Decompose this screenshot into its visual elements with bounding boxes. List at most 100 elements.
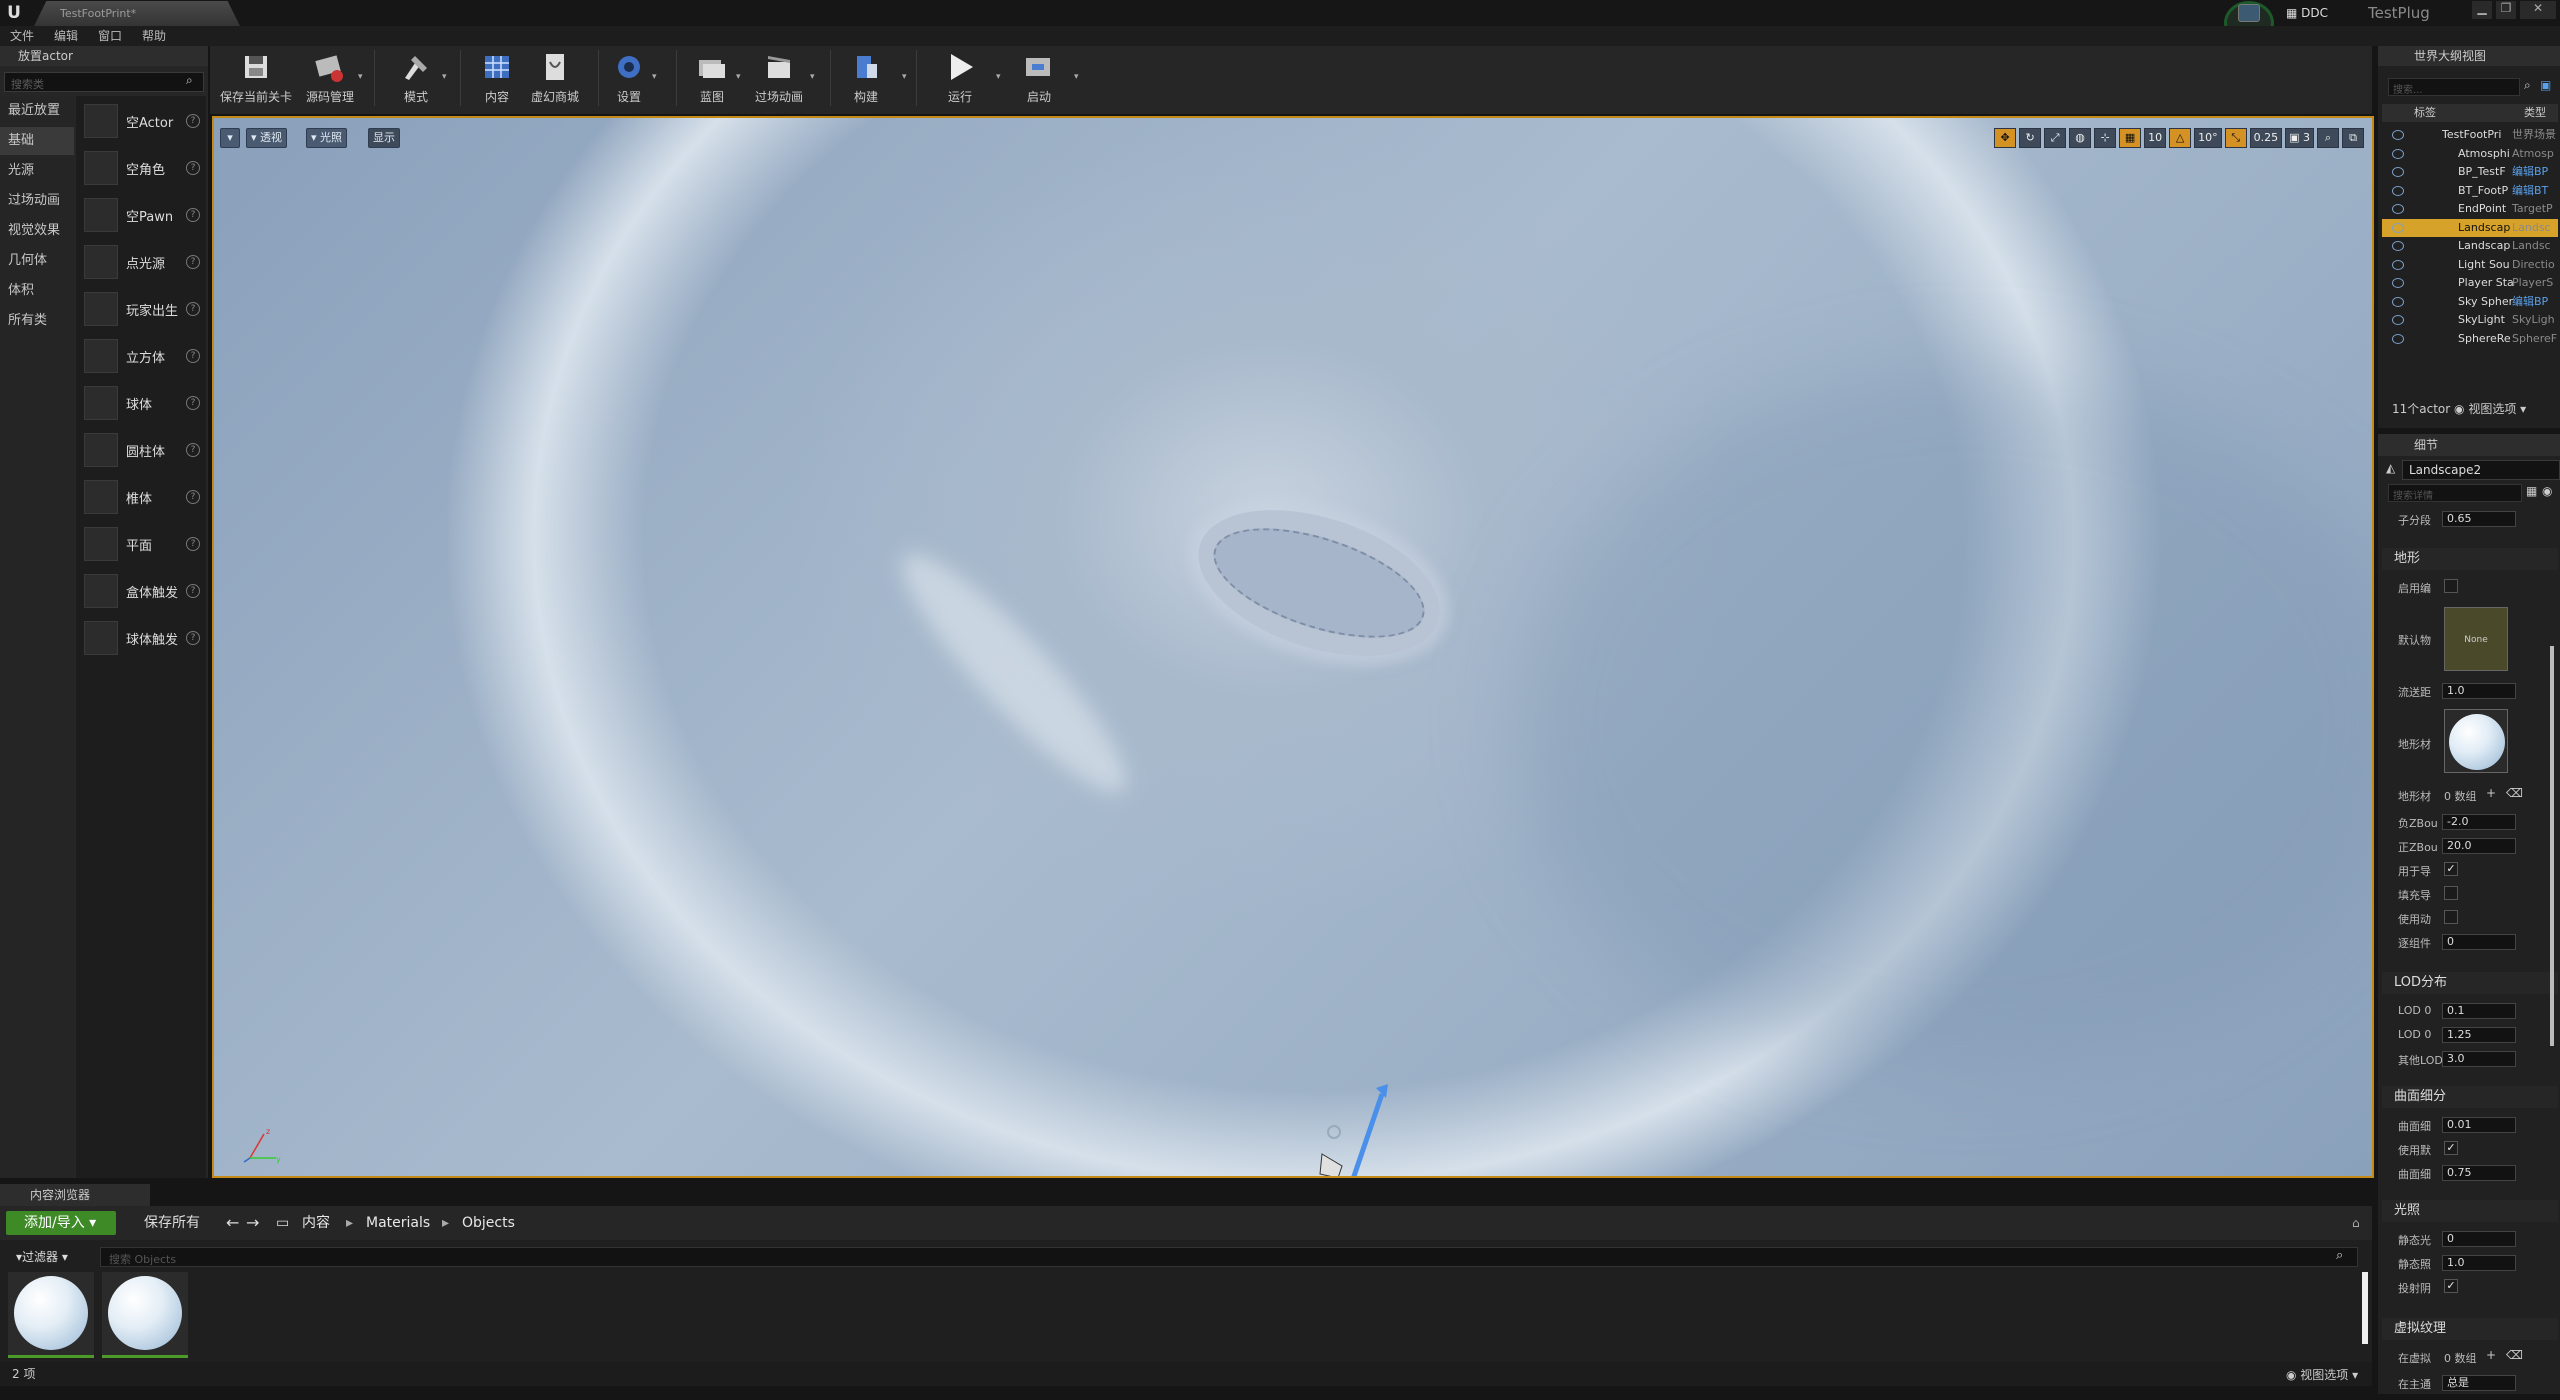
pos-z-field[interactable]: 20.0 (2442, 838, 2516, 854)
help-icon[interactable]: ? (186, 208, 200, 222)
static-lighting-field[interactable]: 1.0 (2442, 1255, 2516, 1271)
show-button[interactable]: 显示 (368, 128, 400, 148)
help-icon[interactable]: ? (186, 537, 200, 551)
perspective-button[interactable]: ▾ 透视 (246, 128, 288, 148)
grid-snap-value[interactable]: 10 (2144, 128, 2167, 148)
filters-button[interactable]: ▾过滤器 ▾ (6, 1246, 94, 1268)
chevron-down-icon[interactable]: ▾ (810, 72, 815, 82)
section-landscape[interactable]: 地形 (2382, 548, 2558, 570)
category-visual-effects[interactable]: 视觉效果 (0, 217, 74, 245)
add-import-button[interactable]: 添加/导入 ▾ (6, 1211, 116, 1235)
place-item-sphere[interactable]: 球体? (80, 382, 206, 426)
save-all-button[interactable]: 保存所有 (124, 1211, 200, 1235)
breadcrumb-materials[interactable]: Materials (366, 1211, 430, 1235)
outliner-row[interactable]: Landscap Landsc (2382, 218, 2558, 237)
help-icon[interactable]: ? (186, 114, 200, 128)
category-basic[interactable]: 基础 (0, 127, 74, 155)
ddc-button[interactable]: ▦ DDC (2282, 2, 2354, 24)
chevron-down-icon[interactable]: ▾ (902, 72, 907, 82)
outliner-row[interactable]: Light Sou Directio (2382, 256, 2558, 274)
forward-arrow-icon[interactable]: → (246, 1211, 259, 1235)
level-tab[interactable]: TestFootPrint* (34, 1, 240, 26)
chevron-down-icon[interactable]: ▾ (442, 72, 447, 82)
visibility-eye-icon[interactable] (2392, 204, 2404, 214)
place-item-player-start[interactable]: 玩家出生? (80, 288, 206, 332)
outliner-row[interactable]: EndPoint TargetP (2382, 200, 2558, 218)
visibility-eye-icon[interactable] (2392, 130, 2404, 140)
category-lights[interactable]: 光源 (0, 157, 74, 185)
breadcrumb-content[interactable]: 内容 (302, 1211, 330, 1235)
maximize-button[interactable]: ❐ (2496, 1, 2516, 19)
subdiv-field[interactable]: 0.65 (2442, 511, 2516, 527)
lod0-field[interactable]: 0.1 (2442, 1003, 2516, 1019)
place-search-input[interactable]: 搜索类 (4, 72, 204, 92)
category-all-classes[interactable]: 所有类 (0, 307, 74, 335)
static-light-field[interactable]: 0 (2442, 1231, 2516, 1247)
help-icon[interactable]: ? (186, 161, 200, 175)
place-item-empty-character[interactable]: 空角色? (80, 147, 206, 191)
material-asset[interactable] (102, 1272, 188, 1358)
menu-file[interactable]: 文件 (10, 26, 34, 46)
per-component-field[interactable]: 0 (2442, 934, 2516, 950)
details-scrollbar[interactable] (2550, 646, 2554, 1046)
add-element-icon[interactable]: + (2486, 786, 2496, 800)
outliner-row[interactable]: BP_TestF 编辑BP (2382, 163, 2558, 181)
trash-icon[interactable]: ⌫ (2506, 1348, 2523, 1362)
place-item-point-light[interactable]: 点光源? (80, 241, 206, 285)
visibility-eye-icon[interactable] (2392, 333, 2404, 344)
help-icon[interactable]: ? (186, 349, 200, 363)
minimize-button[interactable]: ▁ (2472, 1, 2492, 19)
outliner-row[interactable]: SphereRe SphereF (2382, 330, 2558, 348)
chevron-down-icon[interactable]: ▾ (736, 72, 741, 82)
minimize-viewport-icon[interactable]: ⌕ (2317, 128, 2339, 148)
other-lod-field[interactable]: 3.0 (2442, 1051, 2516, 1067)
menu-edit[interactable]: 编辑 (54, 26, 78, 46)
back-arrow-icon[interactable]: ← (226, 1211, 239, 1235)
add-folder-icon[interactable]: ▣ (2540, 78, 2551, 92)
visibility-eye-icon[interactable] (2392, 296, 2404, 307)
place-item-cube[interactable]: 立方体? (80, 335, 206, 379)
section-lod[interactable]: LOD分布 (2382, 972, 2558, 994)
menu-window[interactable]: 窗口 (98, 26, 122, 46)
tess-field[interactable]: 0.01 (2442, 1117, 2516, 1133)
place-actors-tab[interactable]: 放置actor (0, 46, 208, 66)
outliner-row[interactable]: Sky Spher 编辑BP (2382, 293, 2558, 311)
section-tessellation[interactable]: 曲面细分 (2382, 1086, 2558, 1108)
tess-falloff-field[interactable]: 0.75 (2442, 1165, 2516, 1181)
maximize-viewport-icon[interactable]: ⧉ (2342, 128, 2364, 148)
grid-view-icon[interactable]: ▦ (2526, 484, 2537, 498)
eye-icon[interactable]: ◉ (2542, 484, 2552, 498)
help-icon[interactable]: ? (186, 490, 200, 504)
place-item-box-trigger[interactable]: 盒体触发? (80, 570, 206, 614)
category-recent[interactable]: 最近放置 (0, 97, 74, 125)
outliner-row-type[interactable]: 编辑BP (2512, 163, 2548, 181)
category-volumes[interactable]: 体积 (0, 277, 74, 305)
build-button[interactable]: 构建 (842, 48, 890, 108)
outliner-row-type[interactable]: 编辑BT (2512, 182, 2548, 200)
place-item-cone[interactable]: 椎体? (80, 476, 206, 520)
launch-button[interactable]: 启动 (1008, 48, 1070, 108)
rotate-tool-icon[interactable]: ↻ (2019, 128, 2042, 148)
fill-checkbox[interactable] (2444, 886, 2458, 900)
lod0-dist-field[interactable]: 1.25 (2442, 1027, 2516, 1043)
play-button[interactable]: 运行 (928, 48, 992, 108)
outliner-search-input[interactable]: 搜索... (2388, 78, 2520, 96)
content-browser-tab[interactable]: 内容浏览器 (0, 1184, 150, 1206)
main-pass-select[interactable]: 总是 (2442, 1375, 2516, 1391)
trash-icon[interactable]: ⌫ (2506, 786, 2523, 800)
chevron-down-icon[interactable]: ▾ (652, 72, 657, 82)
help-icon[interactable]: ? (186, 302, 200, 316)
viewport-options-button[interactable]: ▾ (220, 128, 240, 148)
visibility-eye-icon[interactable] (2392, 167, 2404, 177)
lock-icon[interactable]: ⌂ (2352, 1216, 2360, 1230)
outliner-row-type[interactable]: 编辑BP (2512, 293, 2548, 311)
breadcrumb-objects[interactable]: Objects (462, 1211, 515, 1235)
level-viewport[interactable]: ▾ ▾ 透视 ▾ 光照 显示 ✥ ↻ ⤢ ◍ ⊹ ▦ 10 △ 10° ⤡ 0.25 ▣ 3 ⌕ ⧉ zy (212, 116, 2374, 1178)
cast-shadow-checkbox[interactable]: ✓ (2444, 1279, 2458, 1293)
save-level-button[interactable]: 保存当前关卡 (214, 48, 298, 108)
modes-button[interactable]: 模式 (386, 48, 446, 108)
nav-checkbox[interactable]: ✓ (2444, 862, 2458, 876)
visibility-eye-icon[interactable] (2392, 315, 2404, 325)
lit-button[interactable]: ▾ 光照 (306, 128, 348, 148)
outliner-row[interactable]: TestFootPri 世界场景 (2382, 126, 2558, 144)
